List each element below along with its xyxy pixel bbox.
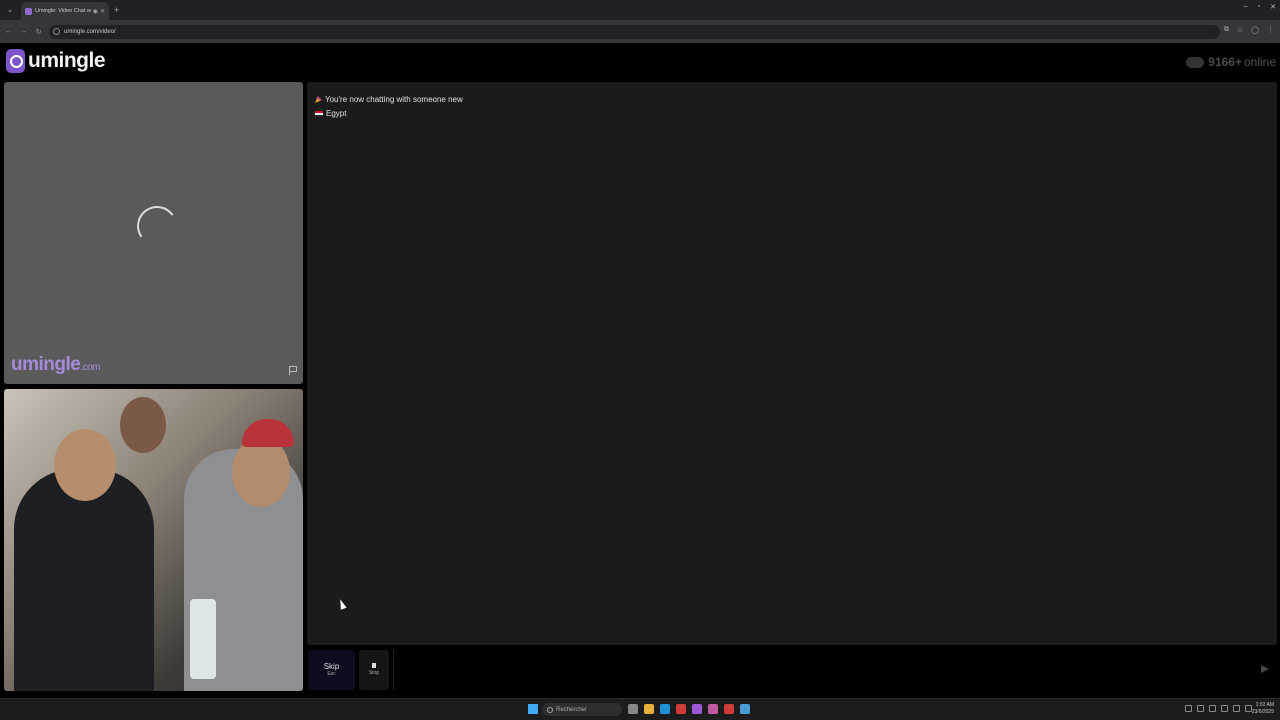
minimize-button[interactable]: – xyxy=(1244,3,1248,11)
stop-button[interactable]: Stop xyxy=(359,650,389,690)
stop-icon xyxy=(372,663,376,668)
party-popper-icon xyxy=(315,96,322,103)
taskbar-app-icon[interactable] xyxy=(692,704,702,714)
browser-toolbar: ← → ↻ umingle.com/video/ ⧉ ☆ ◯ ⋮ xyxy=(0,20,1280,43)
windows-start-icon[interactable] xyxy=(528,704,538,714)
taskbar-app-icon[interactable] xyxy=(676,704,686,714)
skip-button[interactable]: Skip Esc xyxy=(308,650,355,690)
keyboard-icon[interactable] xyxy=(1233,705,1240,712)
toolbar-actions: ⧉ ☆ ◯ ⋮ xyxy=(1224,26,1274,34)
system-message-text: You're now chatting with someone new xyxy=(325,95,463,104)
tray-app-icon[interactable] xyxy=(1197,705,1204,712)
speaker-icon[interactable]: ◉ xyxy=(93,8,98,15)
system-message: You're now chatting with someone new xyxy=(315,95,463,104)
taskbar-app-icon[interactable] xyxy=(724,704,734,714)
address-bar[interactable]: umingle.com/video/ xyxy=(49,24,1220,39)
egypt-flag-icon xyxy=(315,110,323,117)
clock-time: 1:02 AM xyxy=(1255,702,1274,708)
online-count: 9166+ xyxy=(1208,55,1242,69)
loading-spinner-icon xyxy=(133,202,181,250)
skip-shortcut: Esc xyxy=(327,671,336,677)
site-header: umingle 9166+ online xyxy=(0,43,1280,80)
bookmark-star-icon[interactable]: ☆ xyxy=(1237,26,1243,34)
browser-tab[interactable]: Umingle: Video Chat with S ◉ ✕ xyxy=(21,2,109,20)
skip-label: Skip xyxy=(323,662,340,671)
taskbar-clock[interactable]: 1:02 AM 23/6/2025 xyxy=(1252,702,1274,716)
message-input[interactable] xyxy=(393,650,1277,690)
self-video xyxy=(4,389,303,691)
country-name: Egypt xyxy=(326,109,347,118)
volume-icon[interactable] xyxy=(1221,705,1228,712)
stranger-video: umingle.com xyxy=(4,82,303,384)
report-flag-icon[interactable] xyxy=(289,366,297,375)
online-counter: 9166+ online xyxy=(1186,55,1276,69)
video-person-head xyxy=(54,429,116,501)
reload-button[interactable]: ↻ xyxy=(32,28,45,36)
watermark-suffix: .com xyxy=(80,362,101,373)
translate-icon[interactable]: ⧉ xyxy=(1224,26,1229,34)
theme-toggle[interactable] xyxy=(1186,56,1205,68)
video-person-head xyxy=(232,437,290,507)
tab-list-icon[interactable]: ⌄ xyxy=(3,3,17,17)
taskbar-app-icon[interactable] xyxy=(740,704,750,714)
taskbar-app-icon[interactable] xyxy=(660,704,670,714)
video-watermark: umingle.com xyxy=(11,354,101,376)
new-tab-button[interactable]: + xyxy=(114,5,119,15)
tray-chevron-icon[interactable] xyxy=(1185,705,1192,712)
umingle-logo-icon[interactable] xyxy=(6,49,25,73)
search-icon xyxy=(547,706,553,713)
close-window-button[interactable]: ✕ xyxy=(1270,3,1276,11)
back-button[interactable]: ← xyxy=(2,28,15,35)
send-icon[interactable] xyxy=(1261,665,1269,673)
network-icon[interactable] xyxy=(1209,705,1216,712)
taskbar: Rechercher 1:02 AM 23/6/2025 xyxy=(0,698,1280,720)
forward-button[interactable]: → xyxy=(17,28,30,35)
taskbar-apps xyxy=(628,704,750,714)
url-text[interactable]: umingle.com/video/ xyxy=(64,29,116,35)
close-tab-icon[interactable]: ✕ xyxy=(100,8,105,15)
tab-title: Umingle: Video Chat with S xyxy=(35,8,91,14)
taskbar-app-icon[interactable] xyxy=(628,704,638,714)
logo-text[interactable]: umingle xyxy=(28,49,106,73)
video-person-head xyxy=(120,397,166,453)
video-red-cap xyxy=(242,419,294,447)
watermark-text: umingle xyxy=(11,354,81,375)
clock-date: 23/6/2025 xyxy=(1251,709,1274,715)
browser-menu-icon[interactable]: ⋮ xyxy=(1267,26,1274,34)
video-person-shape xyxy=(14,469,154,691)
online-label: online xyxy=(1243,55,1276,69)
taskbar-app-icon[interactable] xyxy=(644,704,654,714)
profile-icon[interactable]: ◯ xyxy=(1251,26,1259,34)
country-line: Egypt xyxy=(315,109,346,118)
taskbar-search-text: Rechercher xyxy=(556,706,588,713)
umingle-favicon-icon xyxy=(25,7,32,15)
taskbar-app-icon[interactable] xyxy=(708,704,718,714)
maximize-button[interactable]: ▫ xyxy=(1258,3,1260,11)
system-tray xyxy=(1185,705,1252,712)
stop-label: Stop xyxy=(368,670,380,676)
browser-tabbar: ⌄ Umingle: Video Chat with S ◉ ✕ + – ▫ ✕ xyxy=(0,0,1280,20)
chat-log: You're now chatting with someone new Egy… xyxy=(307,82,1277,645)
taskbar-search[interactable]: Rechercher xyxy=(542,703,622,716)
site-info-icon[interactable] xyxy=(53,28,60,35)
video-device xyxy=(190,599,216,679)
window-controls: – ▫ ✕ xyxy=(1244,3,1276,11)
